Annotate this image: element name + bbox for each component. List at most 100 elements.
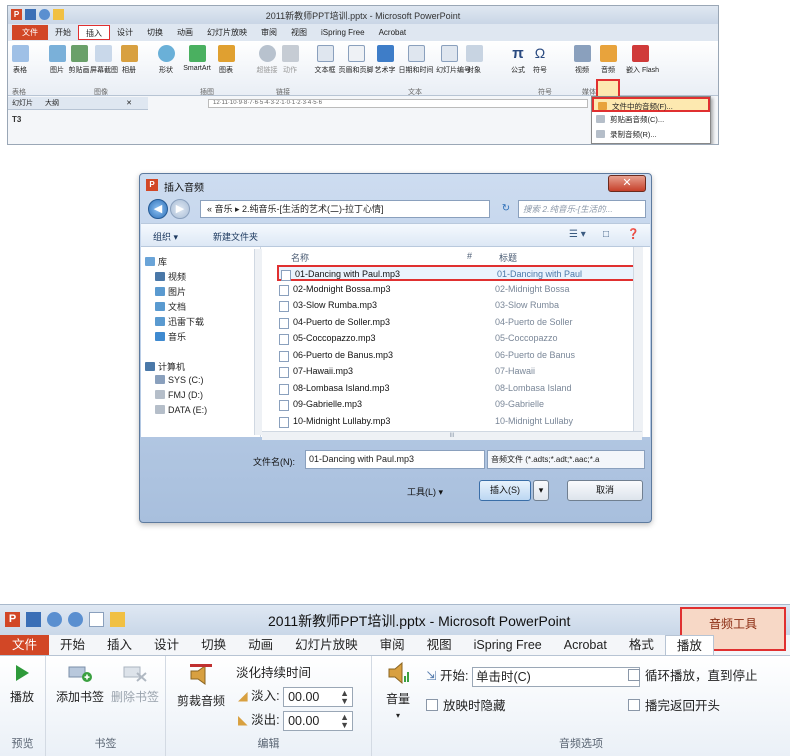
tab-ispring[interactable]: iSpring Free	[314, 25, 372, 40]
nav-item[interactable]: 迅雷下载	[155, 315, 204, 328]
address-breadcrumb[interactable]: « 音乐 ▸ 2.纯音乐-[生活的艺术(二)-拉丁心情]	[200, 200, 490, 218]
trim-audio-button[interactable]: 剪裁音频	[172, 664, 230, 709]
header-footer-button[interactable]: 页眉和页脚	[338, 45, 374, 75]
column-header-name[interactable]: 名称	[291, 251, 309, 264]
open-icon[interactable]	[110, 612, 125, 627]
loop-checkbox[interactable]	[628, 669, 640, 681]
tab-review[interactable]: 审阅	[254, 25, 284, 40]
search-input[interactable]: 搜索 2.纯音乐-[生活的...	[518, 200, 646, 218]
tab-animations[interactable]: 动画	[237, 635, 284, 655]
table-button[interactable]: 表格	[10, 45, 30, 75]
symbol-button[interactable]: Ω 符号	[530, 45, 550, 75]
close-button[interactable]: ✕	[608, 175, 646, 192]
cancel-button[interactable]: 取消	[567, 480, 643, 501]
tab-insert[interactable]: 插入	[78, 25, 110, 40]
insert-button[interactable]: 插入(S)	[479, 480, 531, 501]
new-icon[interactable]	[89, 612, 104, 627]
preview-pane-icon[interactable]: □	[603, 229, 609, 240]
nav-item[interactable]: FMJ (D:)	[155, 390, 203, 400]
tab-home[interactable]: 开始	[48, 25, 78, 40]
clipart-button[interactable]: 剪贴画	[68, 45, 90, 75]
tab-file[interactable]: 文件	[12, 25, 48, 40]
nav-item[interactable]: 库	[145, 255, 167, 268]
action-button[interactable]: 动作	[280, 45, 300, 75]
volume-button[interactable]: 音量 ▾	[380, 662, 416, 721]
tab-animations[interactable]: 动画	[170, 25, 200, 40]
tab-insert[interactable]: 插入	[96, 635, 143, 655]
filetype-select[interactable]: 音频文件 (*.adts;*.adt;*.aac;*.a	[487, 450, 645, 469]
nav-item[interactable]: DATA (E:)	[155, 405, 207, 415]
nav-item[interactable]: SYS (C:)	[155, 375, 204, 385]
slide-number-button[interactable]: 幻灯片编号	[436, 45, 471, 75]
list-scrollbar[interactable]	[633, 247, 643, 437]
spinner-arrows-icon[interactable]: ▲ ▼	[340, 712, 349, 729]
slide-thumbnail-label[interactable]: T3	[12, 115, 21, 124]
remove-bookmark-button[interactable]: 删除书签	[108, 664, 162, 705]
tab-review[interactable]: 审阅	[369, 635, 416, 655]
file-row[interactable]: 06-Puerto de Banus.mp3 06-Puerto de Banus	[277, 348, 637, 364]
file-row[interactable]: 10-Midnight Lullaby.mp3 10-Midnight Lulla…	[277, 414, 637, 430]
nav-scrollbar[interactable]	[254, 249, 262, 435]
add-bookmark-button[interactable]: 添加书签	[52, 664, 108, 705]
volume-dropdown-icon[interactable]: ▾	[396, 711, 400, 720]
rewind-checkbox[interactable]	[628, 699, 640, 711]
nav-item[interactable]: 音乐	[155, 330, 186, 343]
menu-item-audio-from-file[interactable]: 文件中的音频(F)...	[592, 97, 710, 112]
file-row[interactable]: 08-Lombasa Island.mp3 08-Lombasa Island	[277, 381, 637, 397]
screenshot-button[interactable]: 屏幕截图	[90, 45, 118, 75]
tab-design[interactable]: 设计	[110, 25, 140, 40]
fade-in-spinner[interactable]: 00.00 ▲ ▼	[283, 686, 354, 707]
tab-slides[interactable]: 幻灯片	[12, 100, 33, 107]
tab-home[interactable]: 开始	[49, 635, 96, 655]
hide-during-show-checkbox[interactable]	[426, 699, 438, 711]
file-row[interactable]: 09-Gabrielle.mp3 09-Gabrielle	[277, 397, 637, 413]
file-row[interactable]: 07-Hawaii.mp3 07-Hawaii	[277, 364, 637, 380]
insert-split-button[interactable]: ▾	[533, 480, 549, 501]
undo-icon[interactable]	[47, 612, 62, 627]
forward-button[interactable]: ▶	[170, 199, 190, 219]
tools-menu[interactable]: 工具(L) ▾	[407, 485, 443, 498]
save-icon[interactable]	[26, 612, 41, 627]
new-folder-button[interactable]: 新建文件夹	[213, 230, 258, 243]
tab-view[interactable]: 视图	[416, 635, 463, 655]
textbox-button[interactable]: 文本框	[314, 45, 336, 75]
rewind-row[interactable]: 播完返回开头	[628, 695, 720, 714]
tab-acrobat[interactable]: Acrobat	[372, 25, 414, 40]
view-options-icon[interactable]: ☰ ▾	[569, 229, 586, 240]
tab-design[interactable]: 设计	[143, 635, 190, 655]
organize-button[interactable]: 组织 ▾	[153, 230, 178, 243]
column-header-number[interactable]: #	[467, 251, 472, 261]
menu-item-clipart-audio[interactable]: 剪贴画音频(C)...	[592, 112, 710, 127]
loop-row[interactable]: 循环播放，直到停止	[628, 665, 758, 684]
embed-flash-button[interactable]: 嵌入 Flash	[626, 45, 659, 75]
album-button[interactable]: 相册	[118, 45, 140, 75]
tab-transitions[interactable]: 切换	[190, 635, 237, 655]
smartart-button[interactable]: SmartArt	[178, 45, 216, 72]
picture-button[interactable]: 图片	[46, 45, 68, 75]
audio-button[interactable]: 音频	[596, 45, 620, 75]
file-row[interactable]: 02-Modnight Bossa.mp3 02-Midnight Bossa	[277, 282, 637, 298]
hyperlink-button[interactable]: 超链接	[256, 45, 278, 75]
nav-item[interactable]: 图片	[155, 285, 186, 298]
tab-slideshow[interactable]: 幻灯片放映	[284, 635, 369, 655]
file-row[interactable]: 05-Coccopazzo.mp3 05-Coccopazzo	[277, 331, 637, 347]
shapes-button[interactable]: 形状	[156, 45, 176, 75]
help-icon[interactable]: ❓	[627, 229, 639, 240]
back-button[interactable]: ◀	[148, 199, 168, 219]
start-select[interactable]: 单击时(C)▾	[471, 666, 640, 687]
column-header-title[interactable]: 标题	[499, 251, 517, 264]
tab-acrobat[interactable]: Acrobat	[553, 635, 618, 655]
redo-icon[interactable]	[68, 612, 83, 627]
filename-input[interactable]: 01-Dancing with Paul.mp3	[305, 450, 485, 469]
play-button[interactable]: 播放	[4, 664, 40, 705]
tab-file[interactable]: 文件	[0, 635, 50, 655]
tab-view[interactable]: 视图	[284, 25, 314, 40]
spinner-arrows-icon[interactable]: ▲ ▼	[340, 688, 349, 705]
chart-button[interactable]: 图表	[216, 45, 236, 75]
object-button[interactable]: 对象	[464, 45, 484, 75]
equation-button[interactable]: π 公式	[508, 45, 528, 75]
tab-slideshow[interactable]: 幻灯片放映	[200, 25, 254, 40]
close-pane-icon[interactable]: ✕	[126, 97, 132, 110]
tab-format[interactable]: 格式	[618, 635, 665, 655]
video-button[interactable]: 视频	[572, 45, 592, 75]
